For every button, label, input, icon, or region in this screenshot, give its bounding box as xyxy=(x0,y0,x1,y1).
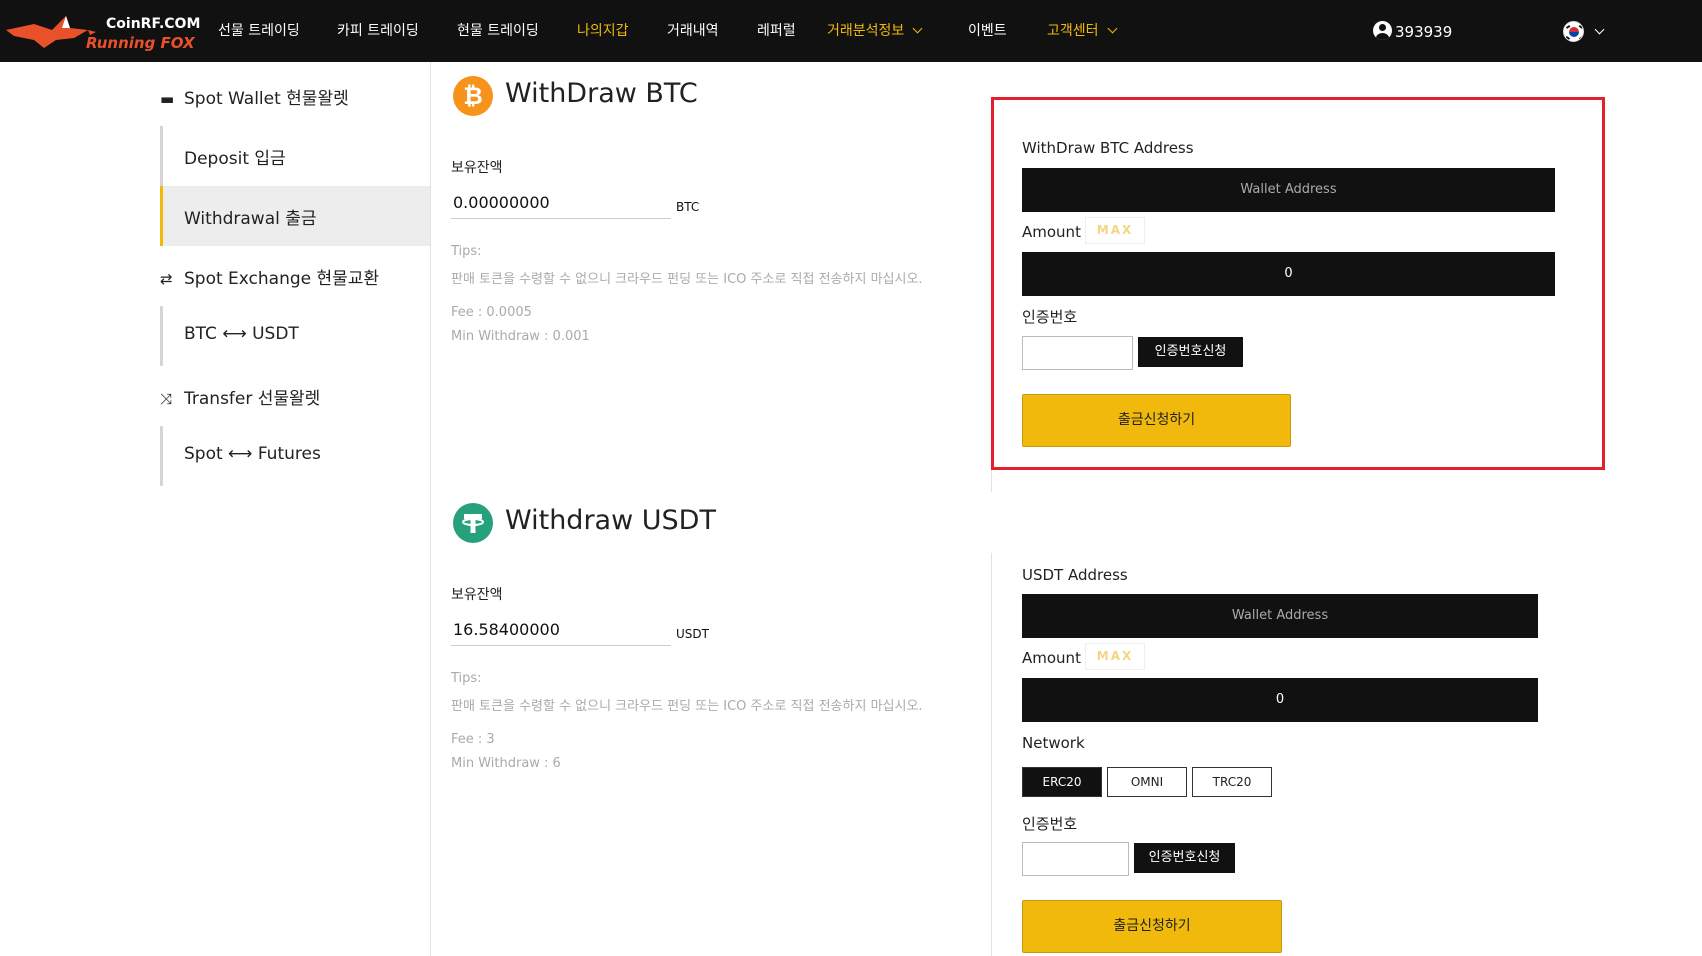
sidebar-item-spot-futures[interactable]: Spot ⟷ Futures xyxy=(160,426,430,486)
nav-analysis-label: 거래분석정보 xyxy=(827,23,905,39)
btc-amount-label: Amount xyxy=(1022,223,1081,241)
usdt-tips-label: Tips: xyxy=(451,671,482,686)
btc-address-label: WithDraw BTC Address xyxy=(1022,139,1194,157)
bitcoin-icon: ₿ xyxy=(453,76,493,116)
btc-min-withdraw: Min Withdraw : 0.001 xyxy=(451,329,590,344)
usdt-balance-label: 보유잔액 xyxy=(451,587,503,603)
usdt-unit: USDT xyxy=(676,627,709,641)
usdt-fee: Fee : 3 xyxy=(451,732,495,747)
btc-code-label: 인증번호 xyxy=(1022,308,1078,326)
btc-request-code-button[interactable]: 인증번호신청 xyxy=(1138,337,1243,367)
nav-spot-trading[interactable]: 현물 트레이딩 xyxy=(457,20,539,40)
btc-tips-label: Tips: xyxy=(451,244,482,259)
usdt-request-code-button[interactable]: 인증번호신청 xyxy=(1134,843,1235,873)
sidebar-spot-exchange-label: Spot Exchange 현물교환 xyxy=(184,269,380,289)
usdt-code-label: 인증번호 xyxy=(1022,815,1078,833)
sidebar-item-withdrawal[interactable]: Withdrawal 출금 xyxy=(160,186,430,246)
sidebar-item-deposit[interactable]: Deposit 입금 xyxy=(160,126,430,186)
nav-analysis-dropdown[interactable]: 거래분석정보 xyxy=(827,20,923,40)
shuffle-icon: ⤨ xyxy=(160,390,173,408)
chevron-down-icon xyxy=(912,23,923,34)
exchange-arrows-icon: ⇄ xyxy=(160,270,173,288)
nav-my-wallet[interactable]: 나의지갑 xyxy=(577,20,629,40)
korea-flag-icon[interactable] xyxy=(1563,21,1584,42)
btc-amount-input[interactable]: 0 xyxy=(1022,252,1555,296)
nav-events[interactable]: 이벤트 xyxy=(968,20,1007,40)
usdt-address-input[interactable]: Wallet Address xyxy=(1022,594,1538,638)
fox-logo-icon xyxy=(6,16,96,48)
sidebar-item-withdrawal-label: Withdrawal 출금 xyxy=(184,209,317,229)
usdt-form-divider xyxy=(991,553,992,956)
usdt-submit-withdraw-button[interactable]: 출금신청하기 xyxy=(1022,900,1282,953)
nav-futures-trading[interactable]: 선물 트레이딩 xyxy=(218,20,300,40)
user-avatar-icon xyxy=(1373,21,1392,40)
btc-balance-label: 보유잔액 xyxy=(451,160,503,176)
logo-text-bottom: Running FOX xyxy=(86,34,195,52)
top-navbar: CoinRF.COM Running FOX 선물 트레이딩 카피 트레이딩 현… xyxy=(0,0,1702,62)
sidebar: ▬ Spot Wallet 현물왈렛 Deposit 입금 Withdrawal … xyxy=(0,62,430,956)
sidebar-transfer-label: Transfer 선물왈렛 xyxy=(184,389,321,409)
network-trc20-button[interactable]: TRC20 xyxy=(1192,767,1272,797)
site-logo[interactable]: CoinRF.COM Running FOX xyxy=(4,4,200,56)
sidebar-spot-exchange[interactable]: ⇄ Spot Exchange 현물교환 xyxy=(160,264,379,289)
btc-balance-value: 0.00000000 xyxy=(451,191,671,219)
sidebar-item-deposit-label: Deposit 입금 xyxy=(184,149,286,169)
usdt-amount-label: Amount xyxy=(1022,649,1081,667)
sidebar-spot-wallet[interactable]: ▬ Spot Wallet 현물왈렛 xyxy=(160,84,349,109)
usdt-address-label: USDT Address xyxy=(1022,566,1128,584)
nav-copy-trading[interactable]: 카피 트레이딩 xyxy=(337,20,419,40)
user-menu[interactable]: 393939 xyxy=(1373,21,1452,41)
sidebar-item-spot-futures-label: Spot ⟷ Futures xyxy=(184,444,321,464)
network-omni-button[interactable]: OMNI xyxy=(1107,767,1187,797)
usdt-code-input[interactable] xyxy=(1022,842,1129,876)
wallet-icon: ▬ xyxy=(160,90,175,108)
usdt-balance-value: 16.58400000 xyxy=(451,618,671,646)
btc-unit: BTC xyxy=(676,200,700,214)
usdt-section-title: Withdraw USDT xyxy=(505,505,716,536)
tether-icon xyxy=(453,503,493,543)
btc-submit-withdraw-button[interactable]: 출금신청하기 xyxy=(1022,394,1291,447)
nav-referral[interactable]: 레퍼럴 xyxy=(757,20,796,40)
language-chevron-down-icon[interactable] xyxy=(1594,24,1605,35)
nav-support-label: 고객센터 xyxy=(1047,23,1099,39)
btc-code-input[interactable] xyxy=(1022,336,1133,370)
usdt-max-button[interactable]: MAX xyxy=(1085,643,1145,670)
sidebar-item-btc-usdt-label: BTC ⟷ USDT xyxy=(184,324,299,344)
usdt-min-withdraw: Min Withdraw : 6 xyxy=(451,756,561,771)
sidebar-divider xyxy=(430,62,431,956)
chevron-down-icon xyxy=(1107,23,1117,34)
nav-trade-history[interactable]: 거래내역 xyxy=(667,20,719,40)
sidebar-item-btc-usdt[interactable]: BTC ⟷ USDT xyxy=(160,306,430,366)
btc-fee: Fee : 0.0005 xyxy=(451,305,532,320)
usdt-network-label: Network xyxy=(1022,734,1085,752)
user-id: 393939 xyxy=(1395,23,1453,41)
btc-tips-text: 판매 토큰을 수령할 수 없으니 크라우드 펀딩 또는 ICO 주소로 직접 전… xyxy=(451,272,923,287)
sidebar-spot-wallet-label: Spot Wallet 현물왈렛 xyxy=(184,89,349,109)
sidebar-transfer[interactable]: ⤨ Transfer 선물왈렛 xyxy=(160,384,320,409)
network-erc20-button[interactable]: ERC20 xyxy=(1022,767,1102,797)
usdt-tips-text: 판매 토큰을 수령할 수 없으니 크라우드 펀딩 또는 ICO 주소로 직접 전… xyxy=(451,699,923,714)
btc-address-input[interactable]: Wallet Address xyxy=(1022,168,1555,212)
logo-text-top: CoinRF.COM xyxy=(106,16,201,32)
btc-section-title: WithDraw BTC xyxy=(505,78,698,109)
usdt-amount-input[interactable]: 0 xyxy=(1022,678,1538,722)
btc-max-button[interactable]: MAX xyxy=(1085,217,1145,244)
nav-support-dropdown[interactable]: 고객센터 xyxy=(1047,20,1117,40)
